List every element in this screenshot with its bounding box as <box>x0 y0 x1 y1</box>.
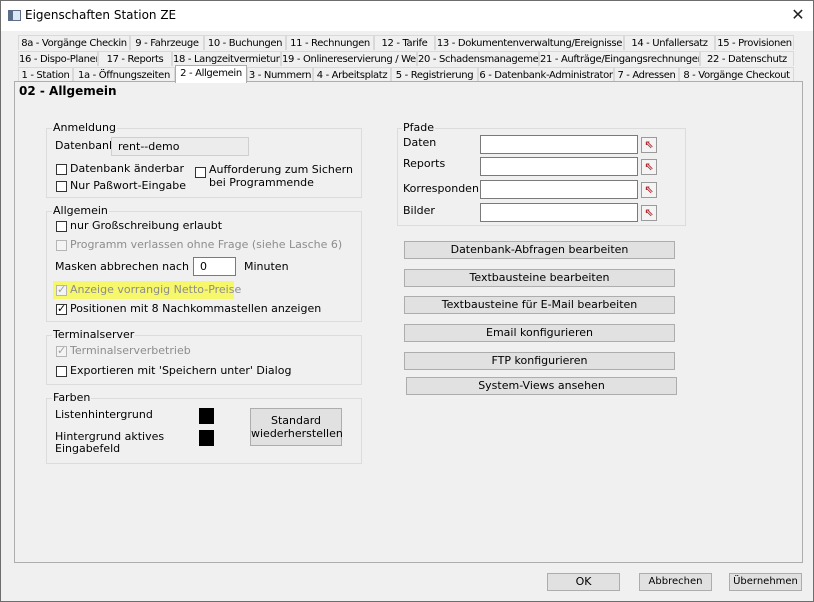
bilder-path-input[interactable] <box>480 203 638 222</box>
tab-rechnungen[interactable]: 11 - Rechnungen <box>286 35 374 50</box>
tab-schadensmanagement[interactable]: 20 - Schadensmanagement <box>417 51 539 66</box>
tab-unfallersatz[interactable]: 14 - Unfallersatz <box>624 35 715 50</box>
group-label-farben: Farben <box>52 391 92 404</box>
email-konfigurieren-button[interactable]: Email konfigurieren <box>404 324 675 342</box>
tab-nummern[interactable]: 3 - Nummern <box>247 67 313 82</box>
group-label-anmeldung: Anmeldung <box>52 121 117 134</box>
tab-onlinereservierung[interactable]: 19 - Onlinereservierung / Web <box>281 51 417 66</box>
daten-browse-icon[interactable]: ⇖ <box>641 137 657 153</box>
bilder-browse-icon[interactable]: ⇖ <box>641 205 657 221</box>
standard-label-line1: Standard <box>270 414 322 427</box>
daten-label: Daten <box>403 136 437 149</box>
minuten-label: Minuten <box>244 260 289 273</box>
positionen-label: Positionen mit 8 Nachkommastellen anzeig… <box>70 302 322 315</box>
daten-path-input[interactable] <box>480 135 638 154</box>
aufforderung-label-line1: Aufforderung zum Sichern <box>209 163 353 176</box>
positionen-checkbox[interactable] <box>56 302 67 315</box>
aufforderung-label-line2: bei Programmende <box>209 176 314 189</box>
masken-label: Masken abbrechen nach <box>55 260 189 273</box>
group-label-terminalserver: Terminalserver <box>52 328 136 341</box>
korrespondenz-path-input[interactable] <box>480 180 638 199</box>
tab-datenschutz[interactable]: 22 - Datenschutz <box>700 51 794 66</box>
title-bar: Eigenschaften Station ZE ✕ <box>1 1 813 31</box>
tab-tarife[interactable]: 12 - Tarife <box>374 35 435 50</box>
nur-passwort-label: Nur Paßwort-Eingabe <box>70 179 187 192</box>
korrespondenz-label: Korresponden <box>403 182 479 195</box>
bilder-label: Bilder <box>403 204 435 217</box>
tab-datenbank-administrator[interactable]: 6 - Datenbank-Administrator <box>478 67 614 82</box>
tab-vorgaenge-checkin[interactable]: 8a - Vorgänge Checkin <box>18 35 130 50</box>
korrespondenz-browse-icon[interactable]: ⇖ <box>641 182 657 198</box>
abbrechen-button[interactable]: Abbrechen <box>639 573 712 591</box>
group-label-allgemein: Allgemein <box>52 204 109 217</box>
tab-reports[interactable]: 17 - Reports <box>98 51 172 66</box>
tab-dispo-planer[interactable]: 16 - Dispo-Planer <box>18 51 98 66</box>
tab-auftraege[interactable]: 21 - Aufträge/Eingangsrechnungen <box>539 51 700 66</box>
nur-passwort-checkbox[interactable] <box>56 181 67 192</box>
nur-gross-checkbox[interactable] <box>56 221 67 232</box>
tab-fahrzeuge[interactable]: 9 - Fahrzeuge <box>130 35 204 50</box>
tab-dokumentenverwaltung[interactable]: 13 - Dokumentenverwaltung/Ereignisse <box>435 35 624 50</box>
group-terminalserver <box>46 335 362 385</box>
tab-arbeitsplatz[interactable]: 4 - Arbeitsplatz <box>313 67 391 82</box>
db-abfragen-button[interactable]: Datenbank-Abfragen bearbeiten <box>404 241 675 259</box>
ftp-konfigurieren-button[interactable]: FTP konfigurieren <box>404 352 675 370</box>
tab-adressen[interactable]: 7 - Adressen <box>614 67 679 82</box>
netto-preise-label: Anzeige vorrangig Netto-Preise <box>70 283 242 296</box>
hintergrund-swatch[interactable] <box>199 430 214 446</box>
tab-registrierung[interactable]: 5 - Registrierung <box>391 67 478 82</box>
tab-langzeitvermietung[interactable]: 18 - Langzeitvermietung <box>172 51 281 66</box>
window-icon <box>8 10 21 21</box>
masken-input[interactable]: 0 <box>193 257 236 276</box>
group-label-pfade: Pfade <box>402 121 435 134</box>
reports-label: Reports <box>403 157 446 170</box>
system-views-button[interactable]: System-Views ansehen <box>406 377 677 395</box>
page-title: 02 - Allgemein <box>19 84 117 98</box>
netto-preise-checkbox[interactable] <box>56 283 67 296</box>
reports-path-input[interactable] <box>480 157 638 176</box>
textbausteine-button[interactable]: Textbausteine bearbeiten <box>404 269 675 287</box>
tab-allgemein[interactable]: 2 - Allgemein <box>175 65 247 83</box>
standard-label-line2: wiederherstellen <box>251 427 343 440</box>
window-title: Eigenschaften Station ZE <box>25 8 177 22</box>
tab-vorgaenge-checkout[interactable]: 8 - Vorgänge Checkout <box>679 67 794 82</box>
nur-gross-label: nur Großschreibung erlaubt <box>70 219 223 232</box>
datenbank-label: Datenbank <box>55 139 116 152</box>
hintergrund-label-line2: Eingabefeld <box>55 442 121 455</box>
uebernehmen-button[interactable]: Übernehmen <box>729 573 802 591</box>
ok-button[interactable]: OK <box>547 573 620 591</box>
db-aenderbar-label: Datenbank änderbar <box>70 162 185 175</box>
tab-buchungen[interactable]: 10 - Buchungen <box>204 35 286 50</box>
exportieren-label: Exportieren mit 'Speichern unter' Dialog <box>70 364 292 377</box>
terminalserverbetrieb-label: Terminalserverbetrieb <box>70 344 191 357</box>
textbausteine-email-button[interactable]: Textbausteine für E-Mail bearbeiten <box>404 296 675 314</box>
db-aenderbar-checkbox[interactable] <box>56 164 67 175</box>
datenbank-field[interactable]: rent--demo <box>111 137 249 156</box>
tab-station[interactable]: 1 - Station <box>18 67 73 82</box>
listenhintergrund-label: Listenhintergrund <box>55 408 153 421</box>
reports-browse-icon[interactable]: ⇖ <box>641 159 657 175</box>
programm-verlassen-checkbox[interactable] <box>56 240 67 251</box>
exportieren-checkbox[interactable] <box>56 366 67 377</box>
tab-provisionen[interactable]: 15 - Provisionen <box>715 35 794 50</box>
listenhintergrund-swatch[interactable] <box>199 408 214 424</box>
terminalserverbetrieb-checkbox[interactable] <box>56 344 67 357</box>
tab-oeffnungszeiten[interactable]: 1a - Öffnungszeiten <box>73 67 175 82</box>
aufforderung-checkbox[interactable] <box>195 167 206 178</box>
close-icon[interactable]: ✕ <box>787 3 809 27</box>
programm-verlassen-label: Programm verlassen ohne Frage (siehe Las… <box>70 238 343 251</box>
standard-wiederherstellen-button[interactable]: Standard wiederherstellen <box>250 408 343 446</box>
